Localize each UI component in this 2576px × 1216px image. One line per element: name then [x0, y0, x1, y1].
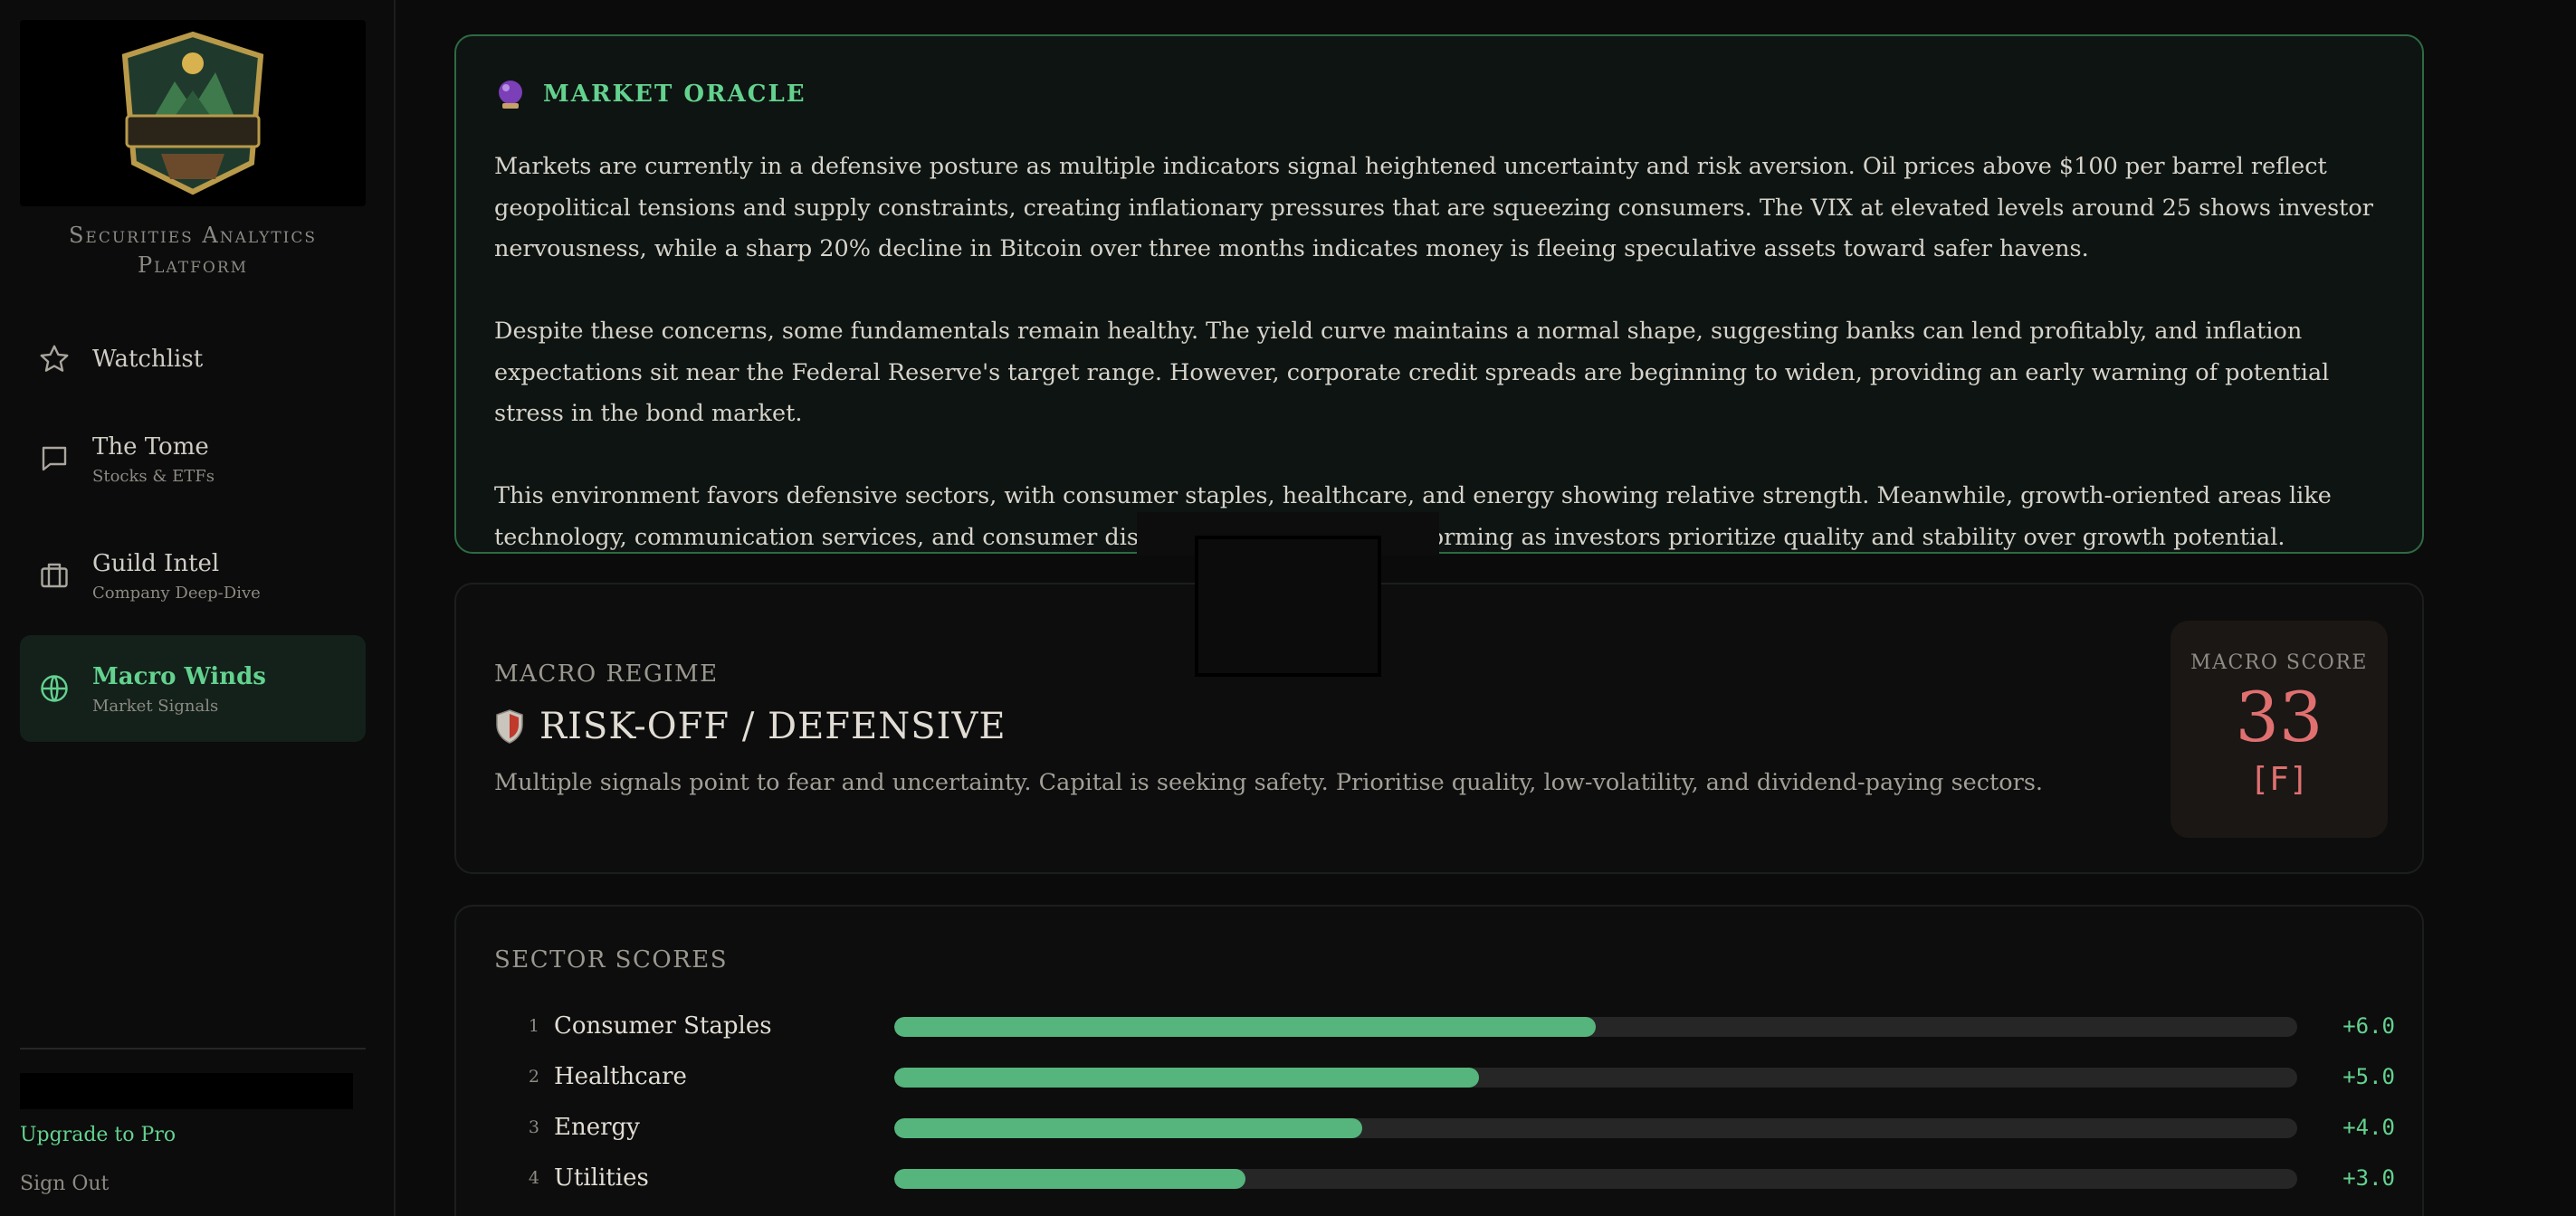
sector-bar-fill: [894, 1017, 1596, 1037]
shield-icon: [496, 709, 523, 744]
sidebar-item-sublabel: Market Signals: [92, 696, 219, 716]
sector-bar-track: [894, 1169, 2297, 1189]
sector-row: 3 Energy +4.0: [494, 1109, 2395, 1145]
logo[interactable]: [20, 20, 366, 206]
sector-score: +5.0: [2342, 1064, 2395, 1089]
sector-score: +4.0: [2342, 1115, 2395, 1140]
sector-score: +6.0: [2342, 1013, 2395, 1039]
sidebar-item-sublabel: Company Deep-Dive: [92, 583, 261, 603]
sidebar-item-the-tome[interactable]: The Tome Stocks & ETFs: [20, 418, 366, 499]
market-oracle-header: MARKET ORACLE: [494, 78, 806, 110]
sidebar-divider: [20, 1048, 366, 1050]
sector-score: +3.0: [2342, 1165, 2395, 1191]
sidebar-item-label: Macro Winds: [92, 662, 266, 690]
oracle-paragraph: Despite these concerns, some fundamental…: [494, 318, 2330, 427]
message-square-icon: [42, 446, 67, 471]
macro-score-box: MACRO SCORE 33 [F]: [2171, 621, 2388, 838]
oracle-paragraph: This environment favors defensive sector…: [494, 482, 2332, 551]
sector-bar-fill: [894, 1068, 1479, 1088]
star-icon: [40, 345, 69, 372]
macro-score-grade: [F]: [2249, 761, 2309, 798]
overlay-frame: [1195, 536, 1381, 677]
sector-bar-fill: [894, 1118, 1362, 1138]
macro-regime-card: MACRO REGIME RISK-OFF / DEFENSIVE Multip…: [454, 583, 2424, 874]
macro-score-value: 33: [2235, 677, 2323, 757]
sector-name: Consumer Staples: [554, 1012, 772, 1040]
sign-out-link[interactable]: Sign Out: [20, 1173, 109, 1195]
sector-row: 4 Utilities +3.0: [494, 1160, 2395, 1196]
sector-bar-track: [894, 1017, 2297, 1037]
tickertome-logo-icon: [121, 31, 264, 195]
sector-bar-fill: [894, 1169, 1245, 1189]
market-oracle-card: MARKET ORACLE Markets are currently in a…: [454, 34, 2424, 554]
market-oracle-title: MARKET ORACLE: [543, 81, 806, 108]
macro-regime-label: MACRO REGIME: [494, 660, 719, 688]
sidebar-item-sublabel: Stocks & ETFs: [92, 466, 215, 486]
macro-score-label: MACRO SCORE: [2190, 651, 2368, 674]
macro-regime-title: RISK-OFF / DEFENSIVE: [539, 706, 1007, 747]
user-info-redacted: [20, 1073, 353, 1109]
sidebar-item-guild-intel[interactable]: Guild Intel Company Deep-Dive: [20, 532, 366, 619]
sidebar: Securities Analytics Platform Watchlist …: [0, 0, 396, 1216]
macro-regime-description: Multiple signals point to fear and uncer…: [494, 769, 2044, 796]
crystal-ball-icon: [499, 81, 522, 109]
sector-row: 1 Consumer Staples +6.0: [494, 1008, 2395, 1044]
market-oracle-body: Markets are currently in a defensive pos…: [494, 147, 2395, 600]
briefcase-icon: [41, 563, 68, 588]
sector-row: 2 Healthcare +5.0: [494, 1059, 2395, 1095]
sector-bar-track: [894, 1068, 2297, 1088]
sector-name: Healthcare: [554, 1063, 687, 1090]
sidebar-item-watchlist[interactable]: Watchlist: [20, 328, 366, 391]
sector-scores-label: SECTOR SCORES: [494, 946, 729, 974]
sidebar-item-macro-winds[interactable]: Macro Winds Market Signals: [20, 635, 366, 742]
oracle-paragraph: Markets are currently in a defensive pos…: [494, 153, 2373, 262]
sector-scores-card: SECTOR SCORES 1 Consumer Staples +6.0 2 …: [454, 905, 2424, 1216]
sidebar-item-label: Watchlist: [92, 346, 204, 373]
sector-rank: 4: [528, 1168, 539, 1188]
macro-regime-header: RISK-OFF / DEFENSIVE: [494, 706, 1007, 747]
upgrade-link[interactable]: Upgrade to Pro: [20, 1124, 176, 1146]
sidebar-item-label: The Tome: [92, 432, 209, 461]
sector-bar-track: [894, 1118, 2297, 1138]
sector-name: Energy: [554, 1114, 640, 1141]
sidebar-item-label: Guild Intel: [92, 549, 220, 577]
sector-rank: 3: [528, 1117, 539, 1137]
sector-rank: 2: [528, 1067, 539, 1087]
tagline: Securities Analytics Platform: [68, 223, 318, 278]
globe-icon: [41, 675, 68, 702]
sector-name: Utilities: [554, 1164, 649, 1192]
sector-rank: 1: [528, 1016, 539, 1036]
